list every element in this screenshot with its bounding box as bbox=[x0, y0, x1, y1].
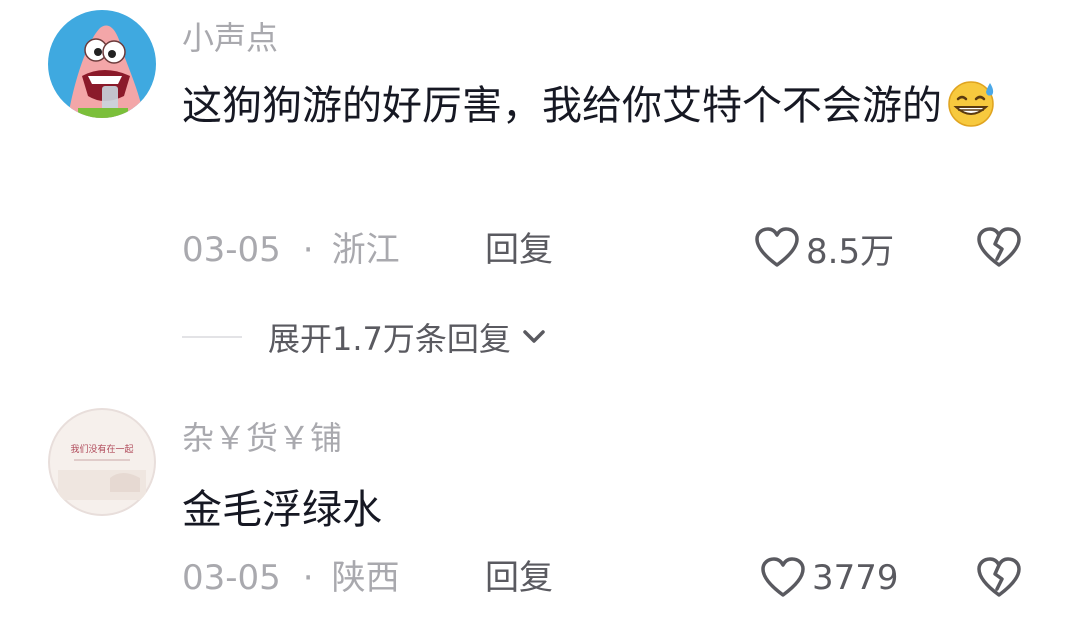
reply-button[interactable]: 回复 bbox=[485, 558, 553, 598]
comment-text-content: 金毛浮绿水 bbox=[182, 487, 382, 533]
image-avatar-icon: 我们没有在一起 bbox=[48, 408, 156, 516]
reply-button[interactable]: 回复 bbox=[485, 230, 553, 270]
chevron-down-icon bbox=[523, 330, 545, 343]
comment-list: 小声点 这狗狗游的好厉害，我给你艾特个不会游的 03-05 · 浙江 回复 8.… bbox=[0, 0, 1080, 618]
comment-text: 金毛浮绿水 bbox=[182, 476, 1012, 544]
dislike-button[interactable] bbox=[974, 553, 1024, 603]
meta-separator: · bbox=[302, 230, 314, 270]
comment-location: 陕西 bbox=[331, 558, 400, 598]
like-count: 8.5万 bbox=[806, 231, 895, 272]
meta-separator: · bbox=[302, 558, 314, 598]
comment-text: 这狗狗游的好厉害，我给你艾特个不会游的 bbox=[182, 72, 1012, 148]
divider-line bbox=[182, 336, 242, 338]
heart-outline-icon bbox=[755, 227, 799, 267]
like-button[interactable]: 8.5万 bbox=[752, 223, 894, 273]
broken-heart-icon bbox=[977, 227, 1021, 267]
comment-date: 03-05 bbox=[182, 558, 281, 598]
comment-date: 03-05 bbox=[182, 230, 281, 270]
username[interactable]: 小声点 bbox=[182, 18, 278, 58]
avatar-text: 我们没有在一起 bbox=[70, 443, 133, 455]
comment-meta: 03-05 · 浙江 bbox=[182, 230, 400, 270]
username[interactable]: 杂￥货￥铺 bbox=[182, 418, 342, 458]
expand-replies-button[interactable]: 展开1.7万条回复 bbox=[182, 314, 551, 360]
comment-location: 浙江 bbox=[331, 230, 400, 270]
broken-heart-icon bbox=[977, 557, 1021, 597]
comment-meta: 03-05 · 陕西 bbox=[182, 558, 400, 598]
avatar[interactable]: 我们没有在一起 bbox=[48, 408, 156, 516]
cartoon-avatar-icon bbox=[48, 10, 156, 118]
expand-replies-label: 展开1.7万条回复 bbox=[268, 320, 511, 358]
like-count: 3779 bbox=[812, 558, 899, 598]
comment-text-content: 这狗狗游的好厉害，我给你艾特个不会游的 bbox=[182, 83, 942, 129]
like-button[interactable]: 3779 bbox=[758, 553, 899, 603]
dislike-button[interactable] bbox=[974, 223, 1024, 273]
grinning-sweat-emoji-icon bbox=[944, 77, 1002, 148]
avatar[interactable] bbox=[48, 10, 156, 118]
heart-outline-icon bbox=[761, 557, 805, 597]
